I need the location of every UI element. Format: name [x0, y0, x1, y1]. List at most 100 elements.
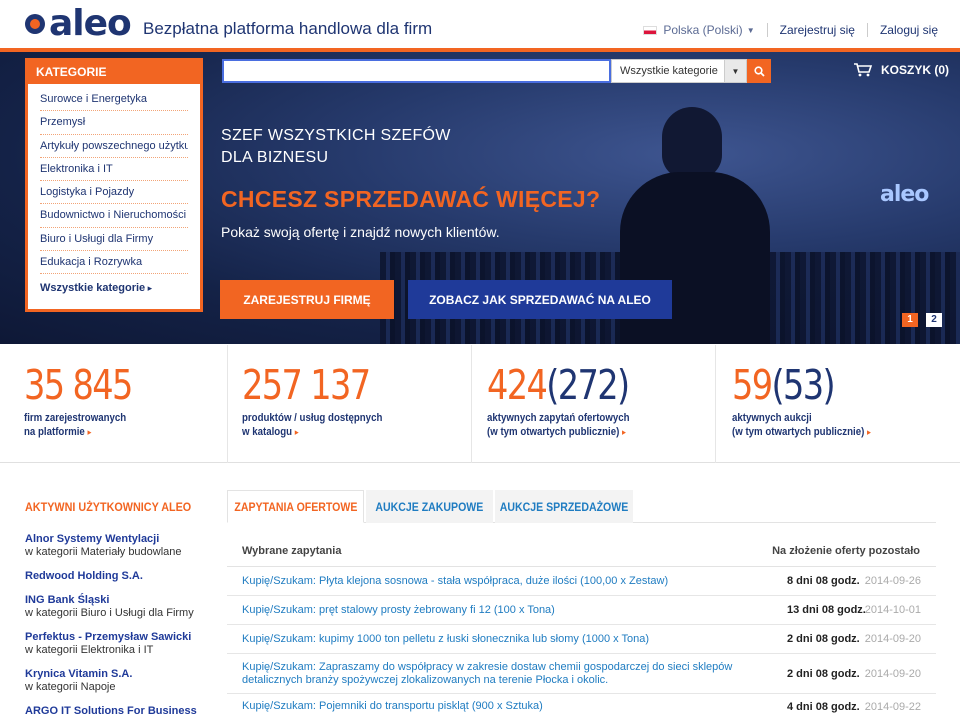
- list-item: Redwood Holding S.A.: [25, 570, 210, 583]
- search-button[interactable]: [747, 59, 771, 83]
- user-name-link[interactable]: ING Bank Śląski: [25, 594, 210, 607]
- language-selector[interactable]: Polska (Polski): [663, 23, 742, 37]
- categories-panel: Surowce i Energetyka Przemysł Artykuły p…: [25, 84, 203, 312]
- login-link[interactable]: Zaloguj się: [880, 23, 938, 37]
- user-name-link[interactable]: Alnor Systemy Wentylacji: [25, 533, 210, 546]
- inquiry-date: 2014-09-22: [864, 700, 921, 713]
- hero-heading: SZEF WSZYSTKICH SZEFÓW DLA BIZNESU: [221, 125, 481, 169]
- list-item: Alnor Systemy Wentylacji w kategorii Mat…: [25, 533, 210, 559]
- list-item: ING Bank Śląski w kategorii Biuro i Usłu…: [25, 594, 210, 620]
- stat-label: firm zarejestrowanych na platformie ▸: [24, 412, 127, 438]
- hero-subtext: Pokaż swoją ofertę i znajdź nowych klien…: [221, 224, 500, 240]
- search-bar: Wszystkie kategorie ▼: [222, 59, 771, 83]
- category-select[interactable]: Wszystkie kategorie ▼: [611, 59, 747, 83]
- search-input[interactable]: [222, 59, 611, 83]
- time-remaining: 2 dni 08 godz.: [787, 667, 860, 680]
- cart-label: KOSZYK (0): [881, 63, 950, 77]
- category-item[interactable]: Przemysł: [40, 111, 188, 135]
- stats-bar: 35 845 firm zarejestrowanych na platform…: [0, 345, 960, 463]
- inquiry-date: 2014-09-26: [864, 575, 921, 587]
- inquiry-date: 2014-09-20: [864, 667, 921, 680]
- stat-label: aktywnych zapytań ofertowych (w tym otwa…: [487, 412, 630, 438]
- inquiry-link[interactable]: Kupię/Szukam: Zapraszamy do współpracy w…: [242, 661, 787, 687]
- time-remaining: 4 dni 08 godz.: [787, 700, 860, 713]
- stat-products[interactable]: 257 137 produktów / usług dostępnych w k…: [228, 345, 472, 463]
- category-item[interactable]: Elektronika i IT: [40, 158, 188, 182]
- stat-auctions[interactable]: 59(53) aktywnych aukcji (w tym otwartych…: [716, 345, 960, 463]
- divider: [866, 23, 868, 37]
- inquiry-date: 2014-10-01: [864, 604, 921, 616]
- stat-label: aktywnych aukcji (w tym otwartych public…: [732, 412, 871, 438]
- user-name-link[interactable]: Krynica Vitamin S.A.: [25, 668, 210, 681]
- hero-headline: CHCESZ SPRZEDAWAĆ WIĘCEJ?: [221, 186, 601, 212]
- stat-companies[interactable]: 35 845 firm zarejestrowanych na platform…: [0, 345, 228, 463]
- tab-inquiries[interactable]: ZAPYTANIA OFERTOWE: [227, 490, 364, 523]
- categories-header[interactable]: KATEGORIE: [25, 58, 203, 84]
- top-links: Polska (Polski) ▼ Zarejestruj się Zalogu…: [643, 23, 938, 37]
- category-item[interactable]: Surowce i Energetyka: [40, 88, 188, 112]
- inquiry-link[interactable]: Kupię/Szukam: Pojemniki do transportu pi…: [242, 700, 787, 713]
- column-header: Na złożenie oferty pozostało: [772, 544, 920, 557]
- time-remaining: 8 dni 08 godz.: [787, 575, 860, 587]
- time-remaining: 13 dni 08 godz.: [787, 604, 866, 616]
- cart-icon: [854, 63, 873, 77]
- slide-1-button[interactable]: 1: [902, 313, 918, 327]
- table-header: Wybrane zapytania Na złożenie oferty poz…: [227, 535, 936, 567]
- hero-heading-line: SZEF WSZYSTKICH SZEFÓW: [221, 127, 451, 144]
- hero-heading-line: DLA BIZNESU: [221, 149, 329, 166]
- inquiries-table: Wybrane zapytania Na złożenie oferty poz…: [227, 535, 936, 715]
- tab-sales-auctions[interactable]: AUKCJE SPRZEDAŻOWE: [495, 490, 633, 523]
- stat-value: 424(272): [487, 361, 630, 409]
- user-name-link[interactable]: Redwood Holding S.A.: [25, 570, 210, 583]
- stat-value: 59(53): [732, 361, 836, 409]
- how-to-sell-button[interactable]: ZOBACZ JAK SPRZEDAWAĆ NA ALEO: [408, 280, 672, 319]
- column-header: Wybrane zapytania: [242, 544, 342, 557]
- table-row: Kupię/Szukam: kupimy 1000 ton pelletu z …: [227, 625, 936, 654]
- inquiry-link[interactable]: Kupię/Szukam: kupimy 1000 ton pelletu z …: [242, 633, 787, 646]
- register-link[interactable]: Zarejestruj się: [780, 23, 855, 37]
- chevron-down-icon[interactable]: ▼: [747, 26, 755, 35]
- stat-value: 257 137: [242, 361, 371, 409]
- logo-text: aleo: [49, 3, 132, 44]
- table-row: Kupię/Szukam: pręt stalowy prosty żebrow…: [227, 596, 936, 625]
- cart-link[interactable]: KOSZYK (0): [853, 63, 949, 77]
- search-icon: [753, 65, 765, 77]
- time-remaining: 2 dni 08 godz.: [787, 633, 860, 645]
- active-users-title: AKTYWNI UŻYTKOWNICY ALEO: [25, 500, 192, 514]
- category-item[interactable]: Biuro i Usługi dla Firmy: [40, 228, 188, 252]
- all-categories-link[interactable]: Wszystkie kategorie: [40, 282, 188, 294]
- user-category: w kategorii Biuro i Usługi dla Firmy: [25, 607, 194, 619]
- stat-inquiries[interactable]: 424(272) aktywnych zapytań ofertowych (w…: [472, 345, 716, 463]
- category-select-value: Wszystkie kategorie: [620, 65, 718, 77]
- category-item[interactable]: Budownictwo i Nieruchomości: [40, 204, 188, 228]
- inquiry-link[interactable]: Kupię/Szukam: pręt stalowy prosty żebrow…: [242, 604, 787, 617]
- slide-2-button[interactable]: 2: [926, 313, 942, 327]
- user-category: w kategorii Materiały budowlane: [25, 546, 182, 558]
- logo-paw-icon: [25, 14, 45, 34]
- stat-value: 35 845: [24, 361, 133, 409]
- speaker-image: [662, 107, 722, 179]
- user-name-link[interactable]: ARGO IT Solutions For Business: [25, 705, 210, 715]
- register-company-button[interactable]: ZAREJESTRUJ FIRMĘ: [220, 280, 394, 319]
- tab-bar: ZAPYTANIA OFERTOWE AUKCJE ZAKUPOWE AUKCJ…: [227, 490, 936, 523]
- chevron-down-icon[interactable]: ▼: [724, 60, 746, 82]
- user-name-link[interactable]: Perfektus - Przemysław Sawicki: [25, 631, 210, 644]
- tab-purchase-auctions[interactable]: AUKCJE ZAKUPOWE: [366, 490, 493, 523]
- divider: [766, 23, 768, 37]
- poland-flag-icon: [643, 25, 658, 35]
- active-users-list: Alnor Systemy Wentylacji w kategorii Mat…: [25, 533, 210, 715]
- user-category: w kategorii Elektronika i IT: [25, 644, 154, 656]
- category-item[interactable]: Artykuły powszechnego użytku: [40, 135, 188, 158]
- inquiry-date: 2014-09-20: [864, 633, 921, 645]
- category-item[interactable]: Logistyka i Pojazdy: [40, 181, 188, 205]
- category-item[interactable]: Edukacja i Rozrywka: [40, 251, 188, 275]
- list-item: Krynica Vitamin S.A. w kategorii Napoje: [25, 668, 210, 694]
- screen-logo: aleo: [880, 182, 929, 207]
- table-row: Kupię/Szukam: Zapraszamy do współpracy w…: [227, 654, 936, 694]
- logo[interactable]: aleo: [25, 3, 132, 44]
- tagline: Bezpłatna platforma handlowa dla firm: [143, 19, 433, 38]
- table-row: Kupię/Szukam: Płyta klejona sosnowa - st…: [227, 567, 936, 596]
- user-category: w kategorii Napoje: [25, 681, 116, 693]
- header: aleo Bezpłatna platforma handlowa dla fi…: [0, 0, 960, 48]
- inquiry-link[interactable]: Kupię/Szukam: Płyta klejona sosnowa - st…: [242, 575, 787, 588]
